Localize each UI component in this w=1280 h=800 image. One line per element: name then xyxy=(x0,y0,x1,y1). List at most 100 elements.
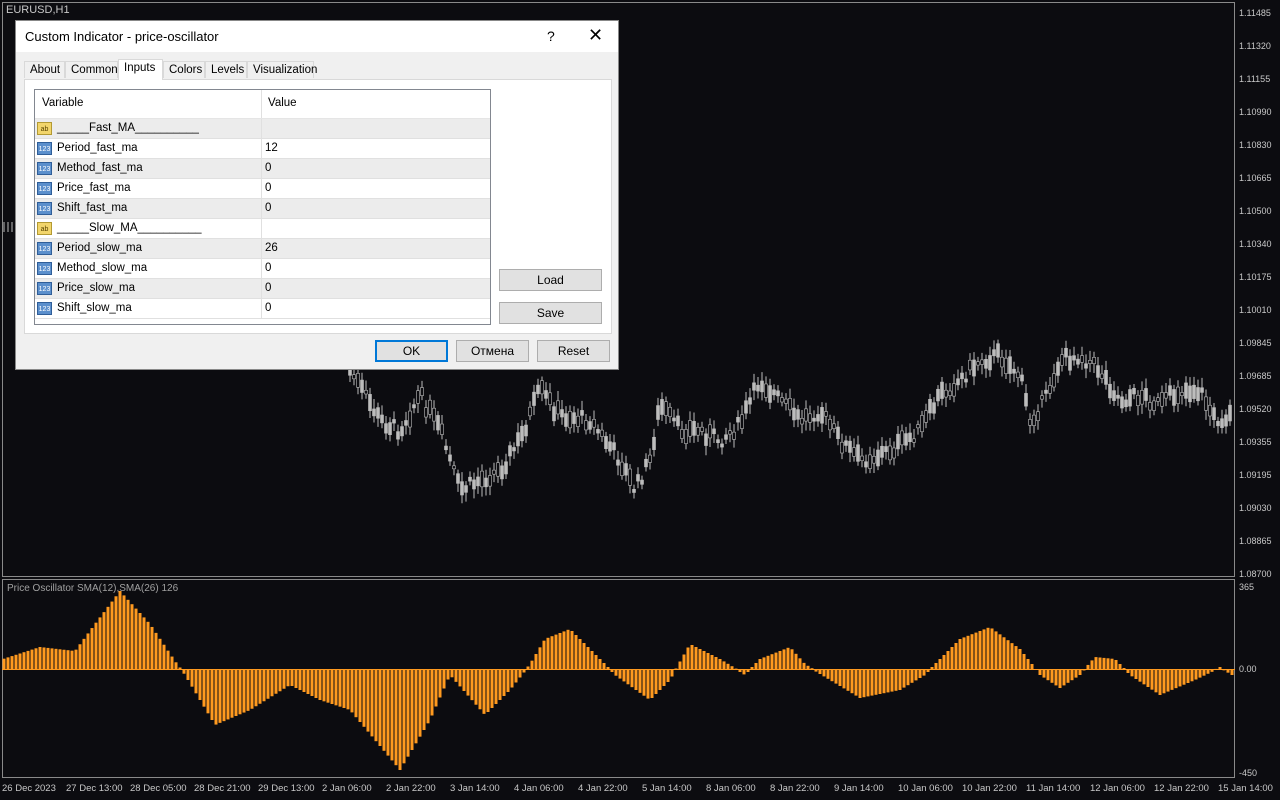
candle-body xyxy=(1132,388,1136,395)
cancel-button[interactable]: Отмена xyxy=(456,340,529,362)
oscillator-bar xyxy=(786,647,790,669)
candle-body xyxy=(512,447,516,452)
candle-body xyxy=(648,454,652,463)
time-axis-label: 10 Jan 22:00 xyxy=(962,783,1017,794)
candle-body xyxy=(1072,355,1076,361)
input-value-field[interactable]: 0 xyxy=(265,262,271,274)
tab-inputs[interactable]: Inputs xyxy=(118,59,163,80)
input-row[interactable]: 123 Shift_fast_ma 0 xyxy=(35,199,490,219)
tab-levels[interactable]: Levels xyxy=(205,61,247,78)
candle-body xyxy=(848,440,852,453)
candle-body xyxy=(932,402,936,414)
oscillator-bar xyxy=(2,658,6,669)
candle-body xyxy=(1064,347,1068,358)
price-axis-label: 1.09685 xyxy=(1239,371,1272,381)
candle-body xyxy=(560,409,564,418)
input-row[interactable]: 123 Method_fast_ma 0 xyxy=(35,159,490,179)
oscillator-bar xyxy=(994,631,998,669)
oscillator-bar xyxy=(270,670,274,697)
input-value-field[interactable]: 0 xyxy=(265,182,271,194)
oscillator-bar xyxy=(822,670,826,677)
oscillator-bar xyxy=(762,657,766,669)
input-value-field[interactable]: 26 xyxy=(265,242,278,254)
col-variable-header[interactable]: Variable xyxy=(42,97,83,109)
input-value-field[interactable]: 12 xyxy=(265,142,278,154)
ok-button[interactable]: OK xyxy=(375,340,448,362)
candle-body xyxy=(700,426,704,432)
oscillator-bar xyxy=(690,645,694,669)
tab-colors[interactable]: Colors xyxy=(163,61,205,78)
candle-body xyxy=(760,380,764,393)
input-value-field[interactable]: 0 xyxy=(265,202,271,214)
load-button[interactable]: Load xyxy=(499,269,602,291)
oscillator-bar xyxy=(554,634,558,669)
oscillator-bar xyxy=(302,670,306,692)
candle-body xyxy=(880,445,884,458)
input-row[interactable]: 123 Shift_slow_ma 0 xyxy=(35,299,490,319)
candle-body xyxy=(1192,384,1196,399)
candle-body xyxy=(616,459,620,466)
candle-body xyxy=(780,397,784,403)
oscillator-bar xyxy=(166,650,170,669)
close-button[interactable]: ✕ xyxy=(588,25,603,46)
oscillator-bar xyxy=(510,670,514,688)
oscillator-bar xyxy=(586,647,590,669)
price-axis-label: 1.09520 xyxy=(1239,404,1272,414)
candle-body xyxy=(468,476,472,482)
oscillator-bar xyxy=(398,670,402,770)
oscillator-bar xyxy=(806,665,810,669)
candle-body xyxy=(488,475,492,487)
candle-body xyxy=(384,423,388,434)
oscillator-bar xyxy=(1070,670,1074,681)
input-value-field[interactable]: 0 xyxy=(265,162,271,174)
oscillator-bar xyxy=(62,649,66,669)
oscillator-bar xyxy=(90,628,94,669)
oscillator-bar xyxy=(1026,659,1030,669)
oscillator-bar xyxy=(1042,670,1046,678)
dialog-titlebar[interactable]: Custom Indicator - price-oscillator ? ✕ xyxy=(16,21,618,52)
candle-body xyxy=(444,445,448,451)
input-row[interactable]: 123 Method_slow_ma 0 xyxy=(35,259,490,279)
input-row[interactable]: ab _____Slow_MA__________ xyxy=(35,219,490,239)
candle-body xyxy=(356,373,360,388)
help-button[interactable]: ? xyxy=(547,28,555,44)
input-value-field[interactable]: 0 xyxy=(265,302,271,314)
input-row[interactable]: 123 Period_slow_ma 26 xyxy=(35,239,490,259)
oscillator-bar xyxy=(422,670,426,730)
oscillator-bar xyxy=(974,632,978,669)
oscillator-bar xyxy=(834,670,838,684)
oscillator-bar xyxy=(14,654,18,669)
oscillator-bar xyxy=(566,629,570,669)
candle-body xyxy=(1196,387,1200,402)
col-value-header[interactable]: Value xyxy=(268,97,297,109)
candle-body xyxy=(828,419,832,431)
candle-body xyxy=(1040,395,1044,400)
oscillator-bar xyxy=(370,670,374,737)
oscillator-bar xyxy=(1210,670,1214,672)
oscillator-bar xyxy=(950,647,954,669)
tab-common[interactable]: Common xyxy=(65,61,118,78)
oscillator-bar xyxy=(1046,670,1050,681)
oscillator-bar xyxy=(130,604,134,669)
oscillator-bar xyxy=(906,670,910,686)
inputs-grid[interactable]: Variable Value ab _____Fast_MA__________ 1… xyxy=(34,89,491,325)
candle-body xyxy=(380,414,384,424)
input-row[interactable]: ab _____Fast_MA__________ xyxy=(35,119,490,139)
price-axis-label: 1.10500 xyxy=(1239,206,1272,216)
oscillator-bar xyxy=(794,653,798,669)
candle-body xyxy=(952,383,956,397)
candle-body xyxy=(388,422,392,435)
input-value-field[interactable]: 0 xyxy=(265,282,271,294)
input-row[interactable]: 123 Price_slow_ma 0 xyxy=(35,279,490,299)
input-row[interactable]: 123 Period_fast_ma 12 xyxy=(35,139,490,159)
candle-body xyxy=(904,433,908,446)
input-variable-name: Period_fast_ma xyxy=(57,142,138,154)
oscillator-bar xyxy=(446,670,450,680)
oscillator-bar xyxy=(1146,670,1150,687)
tab-visualization[interactable]: Visualization xyxy=(247,61,317,78)
reset-button[interactable]: Reset xyxy=(537,340,610,362)
save-button[interactable]: Save xyxy=(499,302,602,324)
input-row[interactable]: 123 Price_fast_ma 0 xyxy=(35,179,490,199)
oscillator-bar xyxy=(210,670,214,720)
tab-about[interactable]: About xyxy=(24,61,65,78)
